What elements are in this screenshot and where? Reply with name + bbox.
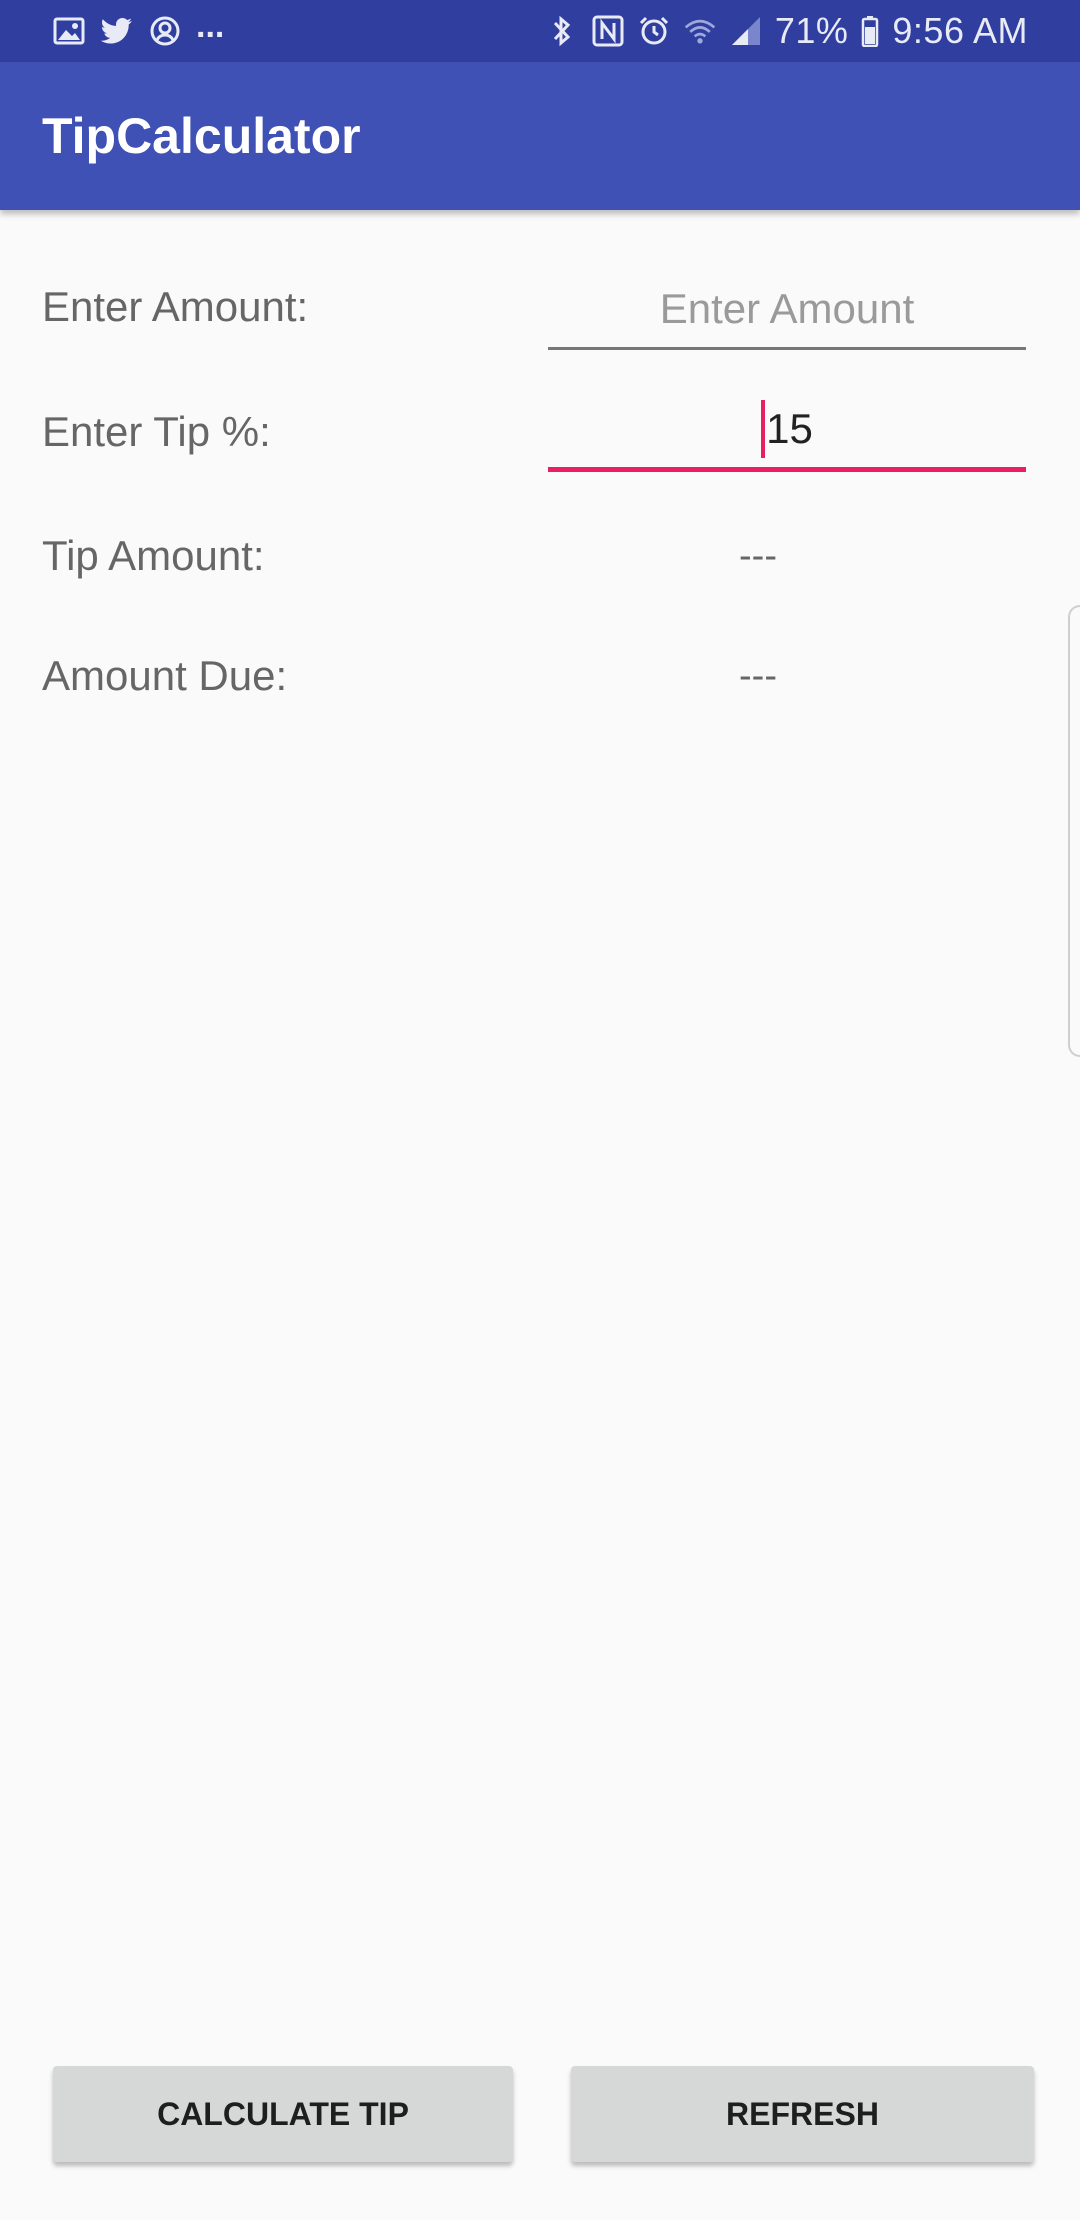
app-title: TipCalculator: [42, 108, 361, 164]
calculate-tip-button[interactable]: CALCULATE TIP: [53, 2066, 513, 2162]
amount-due-value: ---: [739, 655, 777, 697]
notification-overflow: ...: [196, 6, 225, 45]
clock: 9:56 AM: [892, 10, 1028, 51]
amount-input[interactable]: Enter Amount: [548, 270, 1026, 350]
amount-label: Enter Amount:: [42, 283, 309, 330]
refresh-button[interactable]: REFRESH: [571, 2066, 1034, 2162]
edge-panel-handle[interactable]: [1068, 605, 1080, 1057]
text-cursor: [761, 399, 766, 458]
status-bar-notifications: ...: [52, 0, 224, 62]
tip-percent-input[interactable]: 15: [548, 390, 1026, 472]
tip-percent-label: Enter Tip %:: [42, 408, 271, 455]
app-bar: TipCalculator: [0, 62, 1080, 210]
bluetooth-icon: [545, 14, 579, 48]
amount-due-label: Amount Due:: [42, 652, 288, 699]
tip-amount-value: ---: [739, 535, 777, 577]
battery-percent: 71%: [774, 10, 849, 51]
status-bar: ... 71% 9:56 AM: [0, 0, 1080, 62]
alarm-icon: [637, 14, 671, 48]
battery-icon: [860, 14, 880, 48]
signal-icon: [729, 14, 763, 48]
twitter-icon: [100, 14, 134, 48]
image-icon: [52, 14, 86, 48]
tip-percent-value: 15: [766, 404, 813, 452]
nfc-icon: [591, 14, 625, 48]
amount-placeholder: Enter Amount: [659, 284, 915, 332]
wifi-icon: [683, 14, 717, 48]
status-bar-system: 71% 9:56 AM: [545, 0, 1028, 62]
account-circle-icon: [148, 14, 182, 48]
tip-amount-label: Tip Amount:: [42, 532, 265, 579]
